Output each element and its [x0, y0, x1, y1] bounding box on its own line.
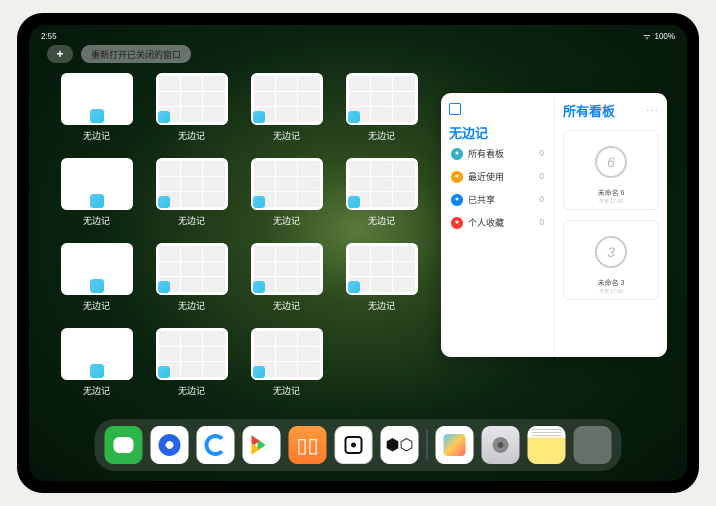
wifi-icon: ᯤ: [643, 31, 650, 42]
popup-content: 所有看板 ··· 6未命名 6今天 17:203未命名 3今天 17:20: [555, 93, 667, 357]
thumb-label: 无边记: [368, 299, 395, 312]
app-thumbnail[interactable]: 无边记: [154, 243, 229, 312]
sidebar-item[interactable]: ● 已共享 0: [449, 188, 546, 211]
sidebar-item[interactable]: ● 所有看板 0: [449, 142, 546, 165]
thumb-label: 无边记: [273, 299, 300, 312]
board-time: 今天 17:20: [568, 288, 654, 295]
category-icon: ●: [451, 148, 463, 160]
dock-app-quark[interactable]: [151, 426, 189, 464]
category-icon: ●: [451, 194, 463, 206]
popup-right-title: 所有看板: [563, 101, 615, 120]
app-thumbnail[interactable]: 无边记: [344, 73, 419, 142]
board-card[interactable]: 3 未命名 3今天 17:20: [563, 220, 659, 300]
thumb-label: 无边记: [273, 129, 300, 142]
app-thumbnail[interactable]: 无边记: [59, 73, 134, 142]
top-controls: + 重新打开已关闭的窗口: [47, 45, 191, 63]
app-thumbnail[interactable]: 无边记: [154, 158, 229, 227]
board-card[interactable]: 6 未命名 6今天 17:20: [563, 130, 659, 210]
board-name: 未命名 6: [568, 188, 654, 198]
thumb-label: 无边记: [273, 214, 300, 227]
thumb-label: 无边记: [368, 214, 395, 227]
sidebar-item[interactable]: ● 最近使用 0: [449, 165, 546, 188]
screen: 2:55 ᯤ 100% + 重新打开已关闭的窗口 无边记无边记无边记无边记无边记…: [29, 25, 687, 481]
status-time: 2:55: [41, 32, 57, 41]
thumb-label: 无边记: [273, 384, 300, 397]
thumb-label: 无边记: [178, 214, 205, 227]
thumb-label: 无边记: [83, 384, 110, 397]
thumb-label: 无边记: [178, 299, 205, 312]
ipad-frame: 2:55 ᯤ 100% + 重新打开已关闭的窗口 无边记无边记无边记无边记无边记…: [17, 13, 699, 493]
dock-app-settings[interactable]: [482, 426, 520, 464]
thumb-label: 无边记: [178, 384, 205, 397]
thumb-label: 无边记: [83, 299, 110, 312]
category-count: 0: [540, 195, 544, 204]
sketch-icon: 3: [595, 236, 627, 268]
sidebar-toggle-icon[interactable]: [449, 103, 461, 115]
app-thumbnail[interactable]: 无边记: [344, 158, 419, 227]
battery-label: 100%: [655, 32, 675, 41]
category-icon: ●: [451, 217, 463, 229]
category-count: 0: [540, 218, 544, 227]
category-label: 最近使用: [468, 170, 504, 183]
dock-app-wechat[interactable]: [105, 426, 143, 464]
dock-separator: [427, 430, 428, 460]
category-icon: ●: [451, 171, 463, 183]
sketch-icon: 6: [595, 146, 627, 178]
dock-app-notes[interactable]: [528, 426, 566, 464]
popup-sidebar: 无边记 ● 所有看板 0 ● 最近使用 0 ● 已共享 0 ● 个人收藏 0: [441, 93, 555, 357]
app-thumbnail[interactable]: 无边记: [154, 328, 229, 397]
dock: ▯▯ ⬢⬡: [95, 419, 622, 471]
board-name: 未命名 3: [568, 278, 654, 288]
dock-app-freeform[interactable]: [436, 426, 474, 464]
new-window-button[interactable]: +: [47, 45, 73, 63]
thumb-label: 无边记: [368, 129, 395, 142]
app-thumbnail[interactable]: 无边记: [249, 243, 324, 312]
reopen-closed-window-button[interactable]: 重新打开已关闭的窗口: [81, 45, 191, 63]
status-bar: 2:55 ᯤ 100%: [29, 29, 687, 43]
thumb-label: 无边记: [178, 129, 205, 142]
app-thumbnail[interactable]: 无边记: [59, 243, 134, 312]
dock-app-nodes[interactable]: ⬢⬡: [381, 426, 419, 464]
dock-app-books[interactable]: ▯▯: [289, 426, 327, 464]
app-thumbnail[interactable]: 无边记: [249, 158, 324, 227]
app-thumbnail[interactable]: 无边记: [154, 73, 229, 142]
app-thumbnail[interactable]: 无边记: [59, 158, 134, 227]
dock-app-play[interactable]: [243, 426, 281, 464]
category-label: 个人收藏: [468, 216, 504, 229]
dock-app-appfolder[interactable]: [574, 426, 612, 464]
category-count: 0: [540, 149, 544, 158]
dock-app-dice[interactable]: [335, 426, 373, 464]
app-switcher-grid: 无边记无边记无边记无边记无边记无边记无边记无边记无边记无边记无边记无边记无边记无…: [59, 73, 419, 397]
app-thumbnail[interactable]: 无边记: [59, 328, 134, 397]
freeform-popup: 无边记 ● 所有看板 0 ● 最近使用 0 ● 已共享 0 ● 个人收藏 0 所有看板 ··· 6 未命…: [441, 93, 667, 357]
category-count: 0: [540, 172, 544, 181]
category-label: 所有看板: [468, 147, 504, 160]
board-time: 今天 17:20: [568, 198, 654, 205]
thumb-label: 无边记: [83, 129, 110, 142]
app-thumbnail[interactable]: 无边记: [344, 243, 419, 312]
popup-left-title: 无边记: [449, 123, 546, 142]
app-thumbnail[interactable]: 无边记: [249, 328, 324, 397]
sidebar-item[interactable]: ● 个人收藏 0: [449, 211, 546, 234]
app-thumbnail[interactable]: 无边记: [249, 73, 324, 142]
category-label: 已共享: [468, 193, 495, 206]
dock-app-qqbrowser[interactable]: [197, 426, 235, 464]
thumb-label: 无边记: [83, 214, 110, 227]
more-options-icon[interactable]: ···: [646, 105, 659, 116]
